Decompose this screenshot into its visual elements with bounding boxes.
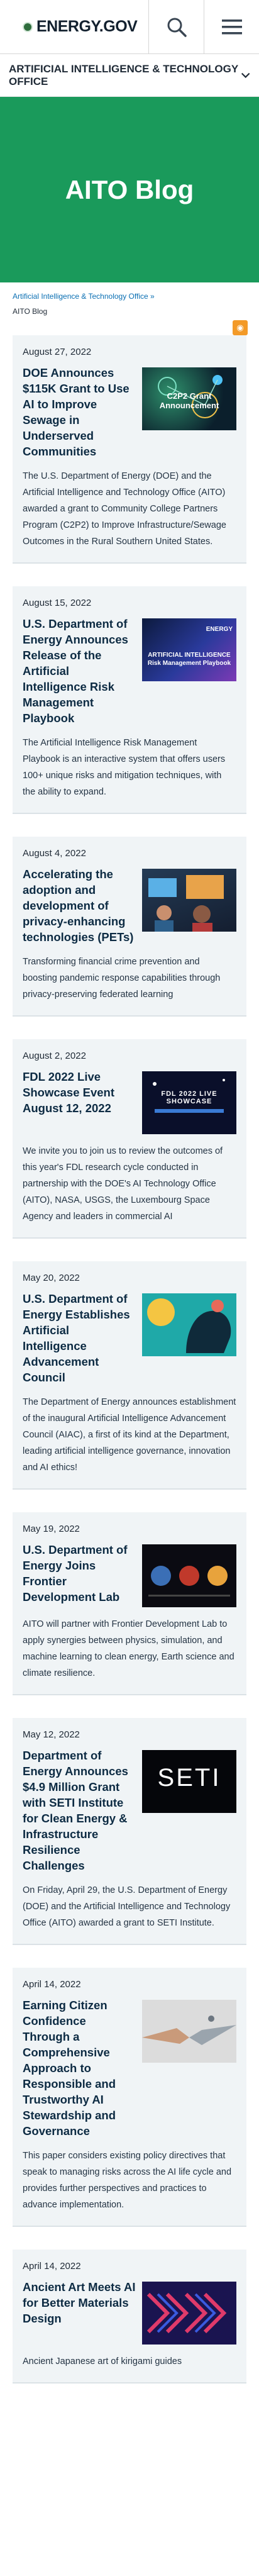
post-date: May 12, 2022 [23, 1729, 80, 1740]
post-date: August 4, 2022 [23, 848, 86, 859]
post-thumbnail[interactable] [142, 869, 236, 932]
office-menu-toggle[interactable]: ARTIFICIAL INTELLIGENCE & TECHNOLOGY OFF… [0, 54, 259, 97]
post-card: April 14, 2022 Ancient Art Meets AI for … [13, 2250, 246, 2384]
post-date: August 2, 2022 [23, 1051, 86, 1061]
post-card: May 20, 2022 U.S. Department of Energy E… [13, 1261, 246, 1490]
post-title-link[interactable]: DOE Announces $115K Grant to Use AI to I… [23, 365, 142, 459]
post-summary: We invite you to join us to review the o… [23, 1146, 223, 1222]
page-title: AITO Blog [65, 174, 194, 204]
event-graphic-icon [153, 1079, 225, 1113]
post-card: August 4, 2022 Accelerating the adoption… [13, 837, 246, 1017]
post-date: August 15, 2022 [23, 598, 92, 608]
breadcrumb-parent-link[interactable]: Artificial Intelligence & Technology Off… [13, 292, 155, 301]
thumb-caption: C2P2 Grant Announcement [159, 391, 219, 410]
earth-orbit-icon [148, 1566, 230, 1597]
post-title-link[interactable]: Earning Citizen Confidence Through a Com… [23, 1997, 142, 2139]
breadcrumb-current: AITO Blog [13, 307, 48, 316]
post-date: May 20, 2022 [23, 1273, 80, 1283]
post-thumbnail[interactable] [142, 2282, 236, 2345]
post-thumbnail[interactable] [142, 1293, 236, 1356]
post-thumbnail[interactable]: ENERGY ARTIFICIAL INTELLIGENCE Risk Mana… [142, 618, 236, 681]
rss-feed-link[interactable]: ◉ [0, 319, 259, 335]
post-date: May 19, 2022 [23, 1524, 80, 1534]
post-summary: The U.S. Department of Energy (DOE) and … [23, 471, 226, 547]
kirigami-lattice-icon [146, 2292, 227, 2334]
post-thumbnail[interactable] [142, 2000, 236, 2063]
site-header: ENERGY.GOV [0, 0, 259, 54]
post-summary: Ancient Japanese art of kirigami guides [23, 2356, 182, 2367]
post-title-link[interactable]: U.S. Department of Energy Establishes Ar… [23, 1291, 142, 1385]
hero-banner: AITO Blog [0, 97, 259, 282]
search-button[interactable] [148, 0, 204, 54]
post-title-link[interactable]: FDL 2022 Live Showcase Event August 12, … [23, 1069, 142, 1116]
chevron-down-icon [241, 72, 250, 78]
post-card: May 19, 2022 U.S. Department of Energy J… [13, 1512, 246, 1695]
post-summary: Transforming financial crime prevention … [23, 957, 221, 1000]
post-card: May 12, 2022 Department of Energy Announ… [13, 1718, 246, 1945]
post-title-link[interactable]: U.S. Department of Energy Joins Frontier… [23, 1542, 142, 1605]
post-summary: The Department of Energy announces estab… [23, 1397, 236, 1473]
thumb-caption: ARTIFICIAL INTELLIGENCE Risk Management … [147, 652, 231, 667]
menu-icon [221, 19, 242, 34]
post-thumbnail[interactable]: C2P2 Grant Announcement [142, 367, 236, 430]
logo-text: ENERGY.GOV [36, 18, 138, 35]
people-at-screens-icon [148, 875, 224, 932]
post-title-link[interactable]: U.S. Department of Energy Announces Rele… [23, 616, 142, 726]
menu-button[interactable] [204, 0, 259, 54]
post-summary: This paper considers existing policy dir… [23, 2151, 232, 2210]
post-card: August 27, 2022 DOE Announces $115K Gran… [13, 335, 246, 564]
post-date: April 14, 2022 [23, 2261, 81, 2272]
rss-icon: ◉ [233, 320, 248, 335]
doe-seal-icon [23, 21, 33, 32]
handshake-icon [142, 2016, 236, 2045]
post-card: August 2, 2022 FDL 2022 Live Showcase Ev… [13, 1039, 246, 1239]
breadcrumb: Artificial Intelligence & Technology Off… [0, 282, 259, 319]
post-card: August 15, 2022 U.S. Department of Energ… [13, 586, 246, 814]
post-date: August 27, 2022 [23, 347, 92, 357]
post-title-link[interactable]: Department of Energy Announces $4.9 Mill… [23, 1748, 142, 1873]
post-thumbnail[interactable]: FDL 2022 LIVE SHOWCASE [142, 1071, 236, 1134]
post-summary: AITO will partner with Frontier Developm… [23, 1619, 234, 1678]
post-date: April 14, 2022 [23, 1979, 81, 1990]
post-summary: The Artificial Intelligence Risk Managem… [23, 738, 226, 797]
thumb-caption: SETI [157, 1764, 221, 1792]
post-thumbnail[interactable] [142, 1544, 236, 1607]
energy-logo-mark: ENERGY [206, 626, 233, 633]
energy-gov-logo[interactable]: ENERGY.GOV [0, 18, 148, 36]
post-title-link[interactable]: Ancient Art Meets AI for Better Material… [23, 2279, 142, 2326]
post-thumbnail[interactable]: SETI [142, 1750, 236, 1813]
post-summary: On Friday, April 29, the U.S. Department… [23, 1885, 231, 1928]
post-card: April 14, 2022 Earning Citizen Confidenc… [13, 1968, 246, 2227]
office-menu-label: ARTIFICIAL INTELLIGENCE & TECHNOLOGY OFF… [9, 62, 238, 87]
search-icon [167, 18, 187, 37]
post-title-link[interactable]: Accelerating the adoption and developmen… [23, 866, 142, 945]
post-list: August 27, 2022 DOE Announces $115K Gran… [0, 335, 259, 2384]
head-silhouette-icon [147, 1298, 231, 1353]
